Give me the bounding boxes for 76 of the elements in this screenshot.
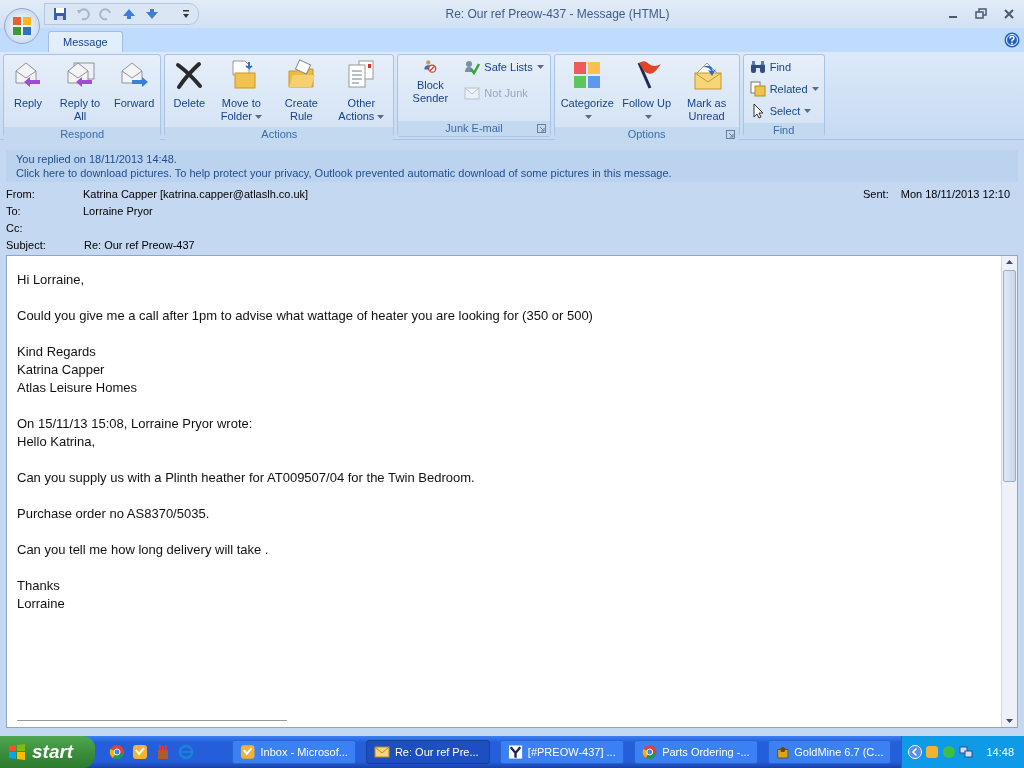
dropdown-caret-icon xyxy=(811,87,819,91)
group-label: Junk E-mail xyxy=(445,122,503,134)
info-bar-text: Click here to download pictures. To help protect your privacy, Outlook prevented automatic download of some pictures in this message. xyxy=(16,166,673,180)
field-label: From: xyxy=(6,187,36,200)
window-title: Re: Our ref Preow-437 - Message (HTML) xyxy=(444,7,671,21)
ribbon-button[interactable]: Block Sender xyxy=(401,57,460,107)
field-label: Subject: xyxy=(6,238,47,251)
ribbon-button[interactable]: Safe Lists xyxy=(461,57,547,77)
info-bar-text: You replied on 18/11/2013 14:48. xyxy=(16,152,178,166)
taskbar-button[interactable]: Inbox - Microsof... xyxy=(232,740,356,764)
field-value: Katrina Capper [katrina.capper@atlaslh.co.uk] xyxy=(83,187,309,200)
group-label: Options xyxy=(627,128,666,140)
message-paragraph: Purchase order no AS8370/5035. xyxy=(17,505,211,523)
down-arrow-icon[interactable] xyxy=(145,7,159,21)
group-label: Respond xyxy=(60,128,105,140)
message-paragraph: On 15/11/13 15:08, Lorraine Pryor wrote: Hello Katrina, xyxy=(17,415,254,451)
ribbon-button[interactable]: Mark as Unread xyxy=(677,57,736,125)
ribbon-button[interactable]: Categorize xyxy=(557,57,616,125)
taskbar-button[interactable]: Parts Ordering -... xyxy=(633,740,758,764)
dropdown-caret-icon xyxy=(804,109,812,113)
dropdown-caret-icon xyxy=(644,115,652,120)
group-label: Actions xyxy=(261,128,298,140)
save-icon[interactable] xyxy=(53,7,67,21)
office-button[interactable] xyxy=(4,8,40,44)
customize-icon[interactable] xyxy=(182,9,190,19)
ribbon-button[interactable]: Find xyxy=(746,57,822,77)
message-paragraph: Can you supply us with a Plinth heather for AT009507/04 for the Twin Bedroom. xyxy=(17,469,476,487)
message-paragraph: Kind Regards Katrina Capper Atlas Leisure Homes xyxy=(17,343,138,397)
ribbon-button[interactable]: Other Actions xyxy=(332,57,391,125)
field-label: Cc: xyxy=(6,221,24,234)
help-icon[interactable] xyxy=(1004,32,1020,48)
message-paragraph: Thanks Lorraine xyxy=(17,577,66,613)
dialog-launcher-icon[interactable] xyxy=(536,124,546,133)
field-value: Lorraine Pryor xyxy=(83,204,153,217)
chrome-icon[interactable] xyxy=(109,744,126,760)
ribbon-button[interactable]: Forward xyxy=(111,57,158,125)
up-arrow-icon[interactable] xyxy=(122,7,136,21)
ribbon-button[interactable]: Related xyxy=(746,79,822,99)
ribbon-button[interactable]: Reply xyxy=(7,57,49,125)
dropdown-caret-icon xyxy=(377,115,385,120)
start-button[interactable]: start xyxy=(0,736,96,768)
dropdown-caret-icon xyxy=(254,115,262,120)
field-value: Re: Our ref Preow-437 xyxy=(84,238,195,251)
ribbon-button[interactable]: Follow Up xyxy=(617,57,676,125)
scrollbar[interactable] xyxy=(1001,256,1017,727)
taskbar-button[interactable]: GoldMine 6.7 (C... xyxy=(767,740,892,764)
dropdown-caret-icon xyxy=(584,115,592,120)
ribbon-button[interactable]: Select xyxy=(746,101,822,121)
dialog-launcher-icon[interactable] xyxy=(725,130,735,139)
mail-icon xyxy=(373,744,390,760)
info-bar[interactable]: You replied on 18/11/2013 14:48. Click here to download pictures. To help protect your privacy, Outlook prevented automatic download of some pictures in this message. xyxy=(6,150,1018,182)
close-icon[interactable] xyxy=(1002,7,1016,21)
dropdown-caret-icon xyxy=(536,65,544,69)
ribbon-tab[interactable]: Message xyxy=(48,31,123,52)
group-label: Find xyxy=(772,124,795,136)
status-dot-icon[interactable] xyxy=(942,745,957,759)
clock: 14:48 xyxy=(986,746,1014,758)
ribbon-button[interactable]: Create Rule xyxy=(272,57,331,125)
field-label: To: xyxy=(6,204,22,217)
message-paragraph: Can you tell me how long delivery will take . xyxy=(17,541,270,559)
message-paragraph: Hi Lorraine, xyxy=(17,271,86,289)
taskbar-button[interactable]: Re: Our ref Pre... xyxy=(365,740,490,764)
network-icon[interactable] xyxy=(959,745,974,759)
ribbon-button[interactable]: Delete xyxy=(168,57,211,125)
windows-logo-icon xyxy=(8,743,26,761)
chrome-icon xyxy=(641,744,658,760)
field-label: Sent: xyxy=(863,187,889,200)
ribbon-button[interactable]: Move to Folder xyxy=(212,57,271,125)
related-icon xyxy=(749,81,766,97)
message-paragraph: Could you give me a call after 1pm to advise what wattage of heater you are looking for (350 or 500) xyxy=(17,307,594,325)
field-value: Mon 18/11/2013 12:10 xyxy=(900,187,1010,200)
ribbon-button[interactable]: Reply to All xyxy=(51,57,109,125)
taskbar-button[interactable]: [#PREOW-437] ... xyxy=(499,740,624,764)
safe-icon xyxy=(464,59,481,75)
restore-icon[interactable] xyxy=(974,7,988,21)
find-icon xyxy=(749,59,766,75)
